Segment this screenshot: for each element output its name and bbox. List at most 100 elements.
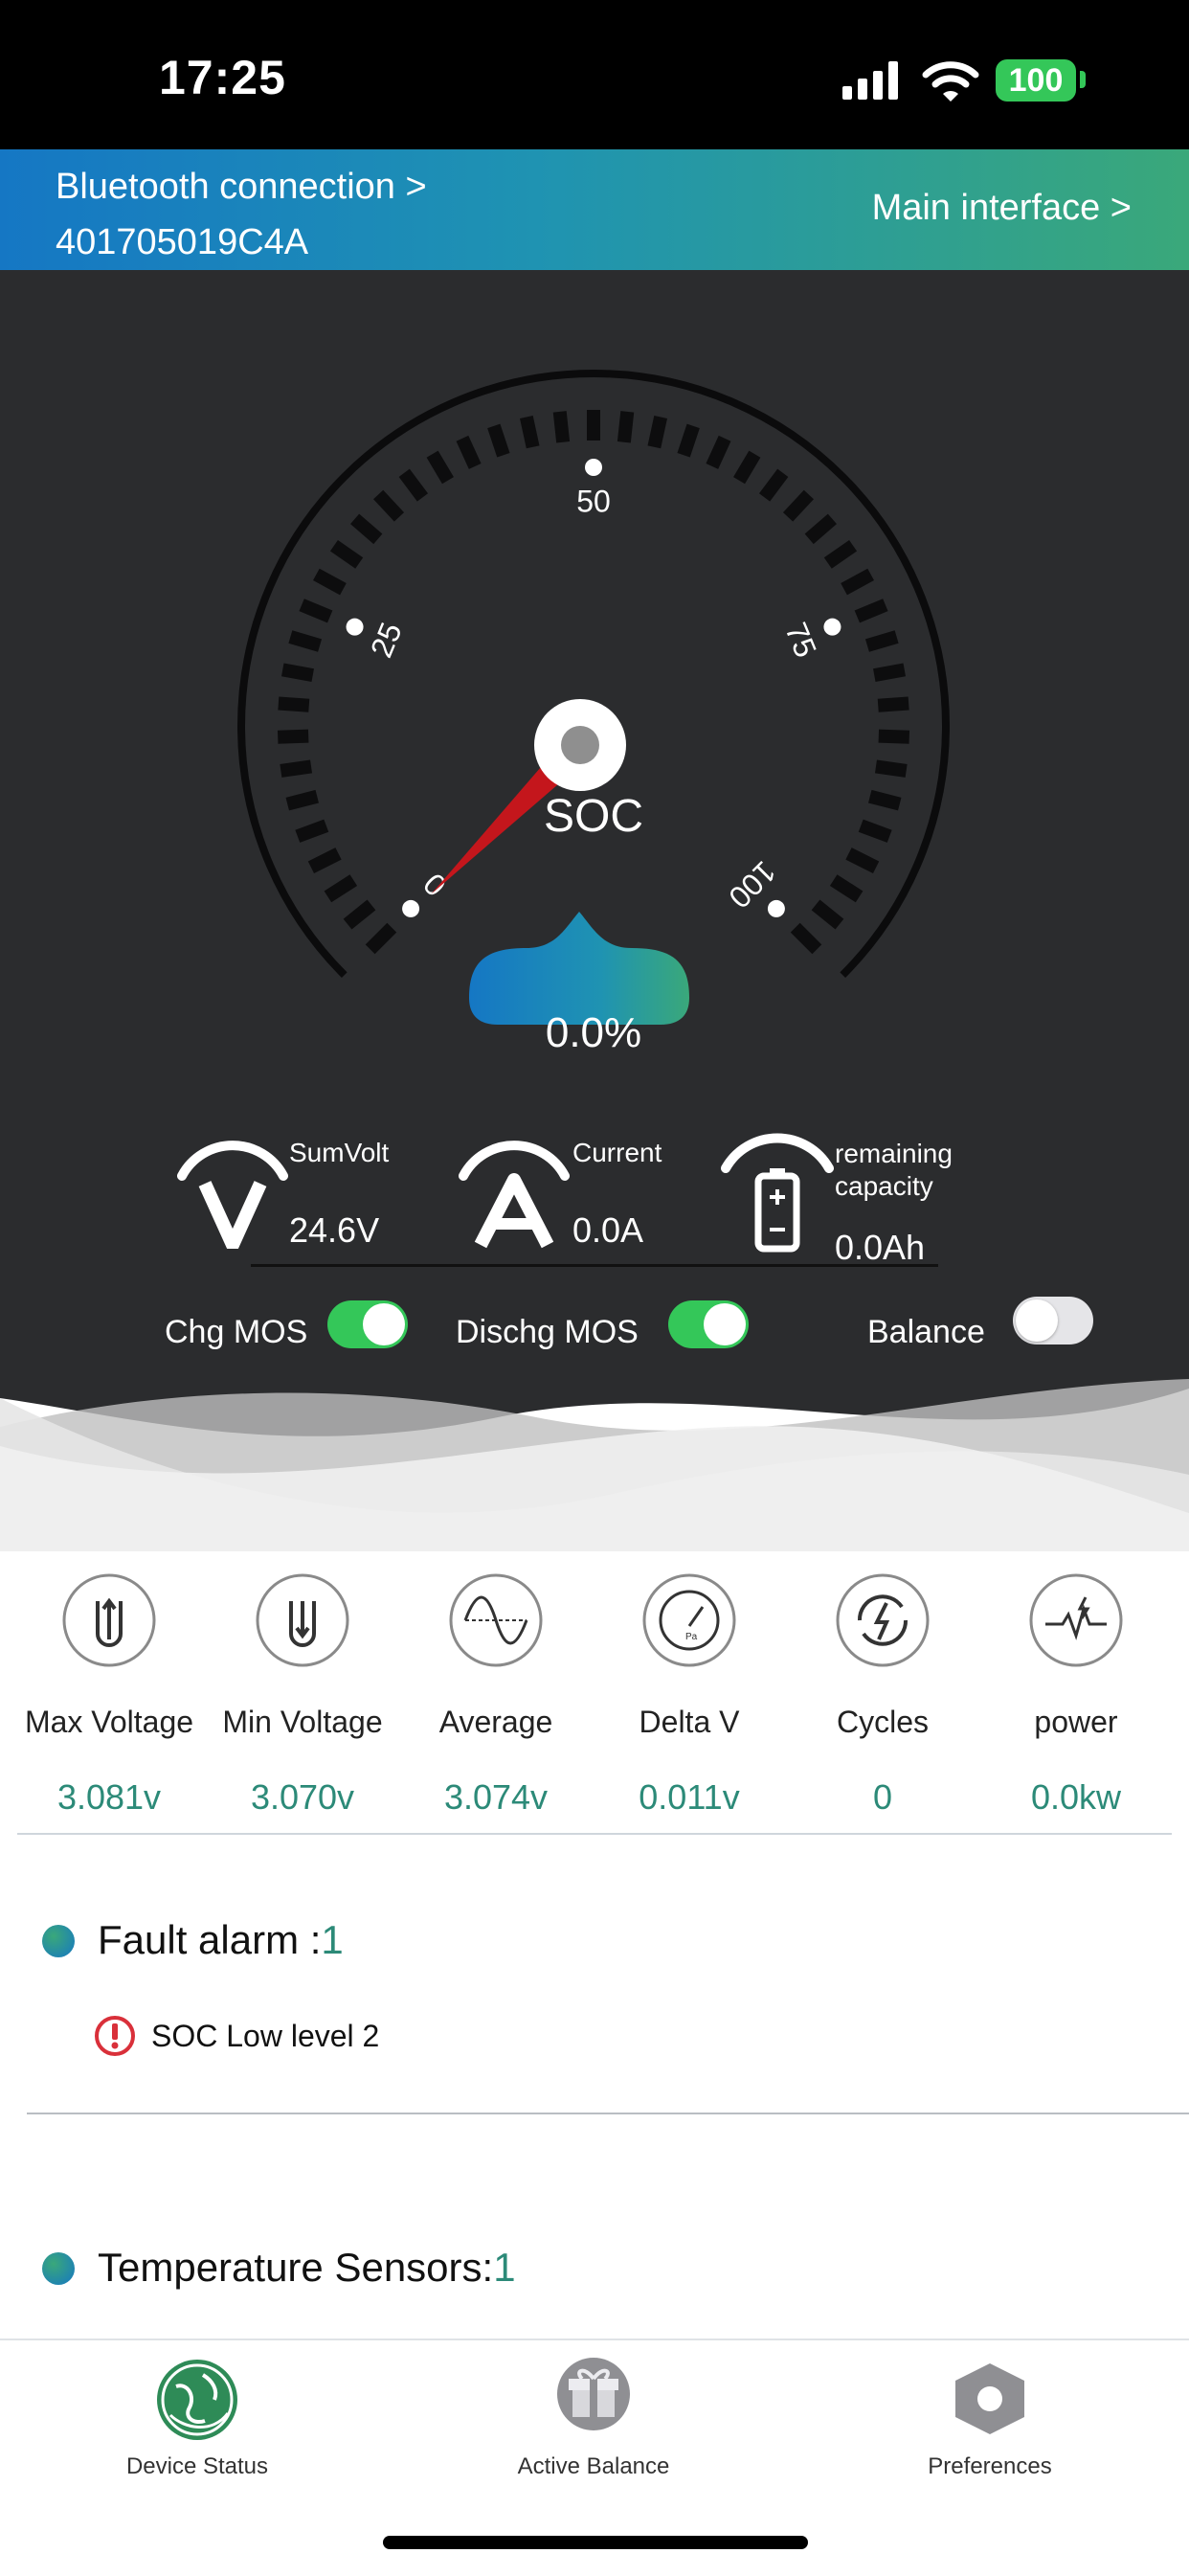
- gauge-tick: [299, 599, 333, 623]
- chg-mos-toggle[interactable]: [327, 1300, 408, 1348]
- gauge-tick: [329, 540, 364, 569]
- tab-active-balance-label: Active Balance: [517, 2453, 670, 2479]
- sumvolt-label: SumVolt: [289, 1138, 390, 1167]
- gauge-tick: [829, 874, 864, 903]
- main-interface-link[interactable]: Main interface >: [872, 188, 1132, 229]
- gauge-tick: [520, 416, 540, 449]
- fault-section-dot: [42, 1925, 75, 1957]
- gauge-tick: [307, 847, 342, 873]
- bluetooth-connection-link[interactable]: Bluetooth connection > 401705019C4A: [56, 159, 427, 270]
- stat-label-power: power: [1034, 1705, 1118, 1739]
- dischg-mos-label: Dischg MOS: [456, 1314, 639, 1350]
- gauge-tick: [350, 513, 383, 545]
- gauge-tick: [285, 789, 319, 811]
- stat-label-max-voltage: Max Voltage: [24, 1705, 194, 1739]
- stat-value-average: 3.074v: [443, 1777, 549, 1817]
- stat-value-max-voltage: 3.081v: [56, 1777, 162, 1817]
- stats-separator: [17, 1833, 1172, 1835]
- alarm-icon: [95, 2016, 135, 2056]
- gauge-tick: [295, 819, 329, 843]
- gauge-tick-label-50: 50: [576, 484, 611, 518]
- temperature-sensors-label: Temperature Sensors:: [98, 2245, 494, 2290]
- chg-mos-label: Chg MOS: [165, 1314, 308, 1350]
- cycles-icon: [836, 1573, 930, 1667]
- stat-value-cycles: 0: [872, 1777, 893, 1817]
- gauge-tick: [288, 630, 323, 652]
- gauge-tick: [845, 847, 880, 873]
- hexagon-settings-icon: [955, 2363, 1024, 2434]
- gauge-tick: [552, 411, 571, 443]
- gauge-marker-dot: [402, 899, 420, 917]
- stat-value-min-voltage: 3.070v: [250, 1777, 355, 1817]
- gauge-tick: [280, 759, 313, 778]
- gauge-tick: [877, 696, 909, 712]
- gauge-tick: [864, 630, 899, 652]
- soc-percentage: 0.0%: [545, 1009, 642, 1056]
- fault-alarm-label: Fault alarm :: [98, 1917, 322, 1962]
- stat-label-cycles: Cycles: [836, 1705, 929, 1739]
- temperature-sensors-title[interactable]: Temperature Sensors:1: [98, 2245, 516, 2291]
- gauge-tick: [782, 489, 814, 522]
- gauge-tick: [811, 899, 844, 930]
- gauge-tick: [426, 450, 454, 485]
- battery-capacity-icon: [721, 1133, 834, 1253]
- voltage-v-icon: [177, 1141, 288, 1249]
- stat-label-min-voltage: Min Voltage: [222, 1705, 383, 1739]
- gauge-marker-dot: [346, 618, 364, 636]
- home-indicator: [383, 2536, 808, 2549]
- gauge-tick: [647, 416, 667, 449]
- gauge-tick-label-75: 75: [778, 618, 823, 663]
- wave-decoration: [0, 1360, 1189, 1551]
- sumvolt-value: 24.6V: [289, 1210, 380, 1250]
- gauge-tick: [365, 922, 397, 955]
- battery-tip: [1080, 71, 1086, 88]
- capacity-label: remaining capacity: [835, 1138, 953, 1203]
- balance-toggle[interactable]: [1013, 1297, 1093, 1344]
- status-time: 17:25: [159, 51, 286, 104]
- gauge-tick: [874, 759, 908, 778]
- fault-item: SOC Low level 2: [151, 2019, 380, 2053]
- wifi-icon: [922, 61, 979, 102]
- gauge-tick: [878, 729, 910, 744]
- stat-value-power: 0.0kw: [1030, 1777, 1122, 1817]
- average-wave-icon: [449, 1573, 543, 1667]
- gauge-tick: [456, 435, 482, 469]
- gauge-tick: [398, 468, 429, 502]
- gauge-tick: [487, 423, 510, 458]
- gauge-tick: [278, 696, 310, 712]
- gauge-tick: [804, 513, 837, 545]
- tab-device-status[interactable]: Device Status: [54, 2346, 341, 2490]
- gauge-tick-label-25: 25: [364, 618, 409, 663]
- gauge-tick: [790, 922, 822, 955]
- gauge-soc-label: SOC: [544, 791, 643, 842]
- current-a-icon: [459, 1141, 570, 1249]
- gauge-tick: [758, 468, 789, 502]
- gauge-tick: [858, 819, 892, 843]
- dischg-mos-toggle[interactable]: [668, 1300, 749, 1348]
- device-id: 401705019C4A: [56, 222, 309, 262]
- svg-text:Pa: Pa: [685, 1632, 698, 1642]
- max-voltage-icon: [62, 1573, 156, 1667]
- gauge-tick: [324, 874, 358, 903]
- capacity-value: 0.0Ah: [835, 1228, 926, 1267]
- stat-label-delta-v: Delta V: [639, 1705, 740, 1739]
- fault-alarm-count: 1: [321, 1917, 344, 1962]
- capacity-label-line1: remaining: [835, 1139, 953, 1168]
- soc-gauge: 0 25 50 75 100 SOC: [237, 370, 950, 1025]
- tab-active-balance[interactable]: Active Balance: [450, 2346, 737, 2490]
- gauge-tick: [617, 411, 635, 443]
- stat-label-average: Average: [438, 1705, 553, 1739]
- gift-icon: [557, 2358, 630, 2430]
- pressure-gauge-icon: Pa: [642, 1573, 736, 1667]
- tab-preferences-label: Preferences: [928, 2453, 1052, 2479]
- current-value: 0.0A: [572, 1210, 644, 1250]
- power-icon: [1029, 1573, 1123, 1667]
- tab-device-status-label: Device Status: [125, 2453, 269, 2479]
- gauge-tick: [873, 663, 906, 682]
- tab-preferences[interactable]: Preferences: [846, 2346, 1133, 2490]
- gauge-tick: [841, 568, 874, 596]
- gauge-tick: [854, 599, 888, 623]
- fault-separator: [27, 2113, 1189, 2114]
- gauge-hub-center: [561, 726, 599, 764]
- gauge-tick: [373, 489, 405, 522]
